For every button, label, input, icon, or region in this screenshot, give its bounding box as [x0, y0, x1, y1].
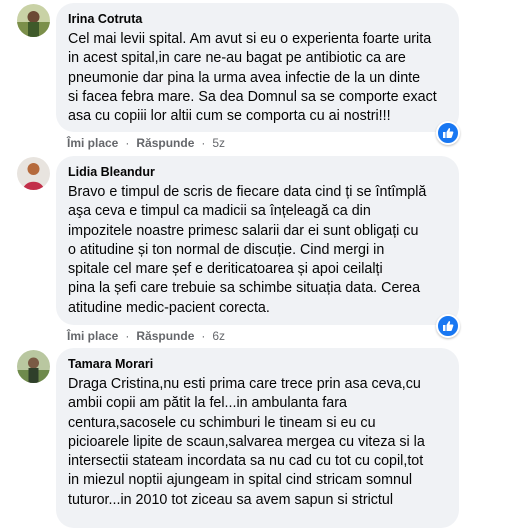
comment-text: Draga Cristina,nu esti prima care trece …	[68, 376, 425, 508]
like-link[interactable]: Îmi place	[67, 329, 118, 343]
comment-bubble: Tamara Morari Draga Cristina,nu esti pri…	[56, 348, 459, 528]
reply-link[interactable]: Răspunde	[136, 136, 194, 150]
separator: ·	[125, 136, 130, 150]
comment-author[interactable]: Tamara Morari	[68, 356, 447, 372]
like-reaction-badge[interactable]	[436, 121, 460, 145]
comment-author[interactable]: Lidia Bleandur	[68, 164, 447, 180]
separator: ·	[201, 329, 206, 343]
separator: ·	[201, 136, 206, 150]
comment-bubble: Lidia Bleandur Bravo e timpul de scris d…	[56, 156, 459, 325]
reply-link[interactable]: Răspunde	[136, 329, 194, 343]
avatar[interactable]	[17, 4, 50, 37]
comment-actions: Îmi place · Răspunde · 6z	[67, 329, 225, 343]
separator: ·	[125, 329, 130, 343]
avatar[interactable]	[17, 350, 50, 383]
like-link[interactable]: Îmi place	[67, 136, 118, 150]
comment-text: Bravo e timpul de scris de fiecare data …	[68, 184, 427, 316]
comment-timestamp[interactable]: 6z	[212, 329, 225, 343]
comment-author[interactable]: Irina Cotruta	[68, 11, 447, 27]
like-reaction-badge[interactable]	[436, 314, 460, 338]
like-thumb-icon	[443, 321, 454, 331]
comment-bubble: Irina Cotruta Cel mai levii spital. Am a…	[56, 3, 459, 132]
avatar[interactable]	[17, 157, 50, 190]
comment-timestamp[interactable]: 5z	[212, 136, 225, 150]
comment-text: Cel mai levii spital. Am avut si eu o ex…	[68, 31, 437, 125]
like-thumb-icon	[443, 128, 454, 138]
comment-actions: Îmi place · Răspunde · 5z	[67, 136, 225, 150]
